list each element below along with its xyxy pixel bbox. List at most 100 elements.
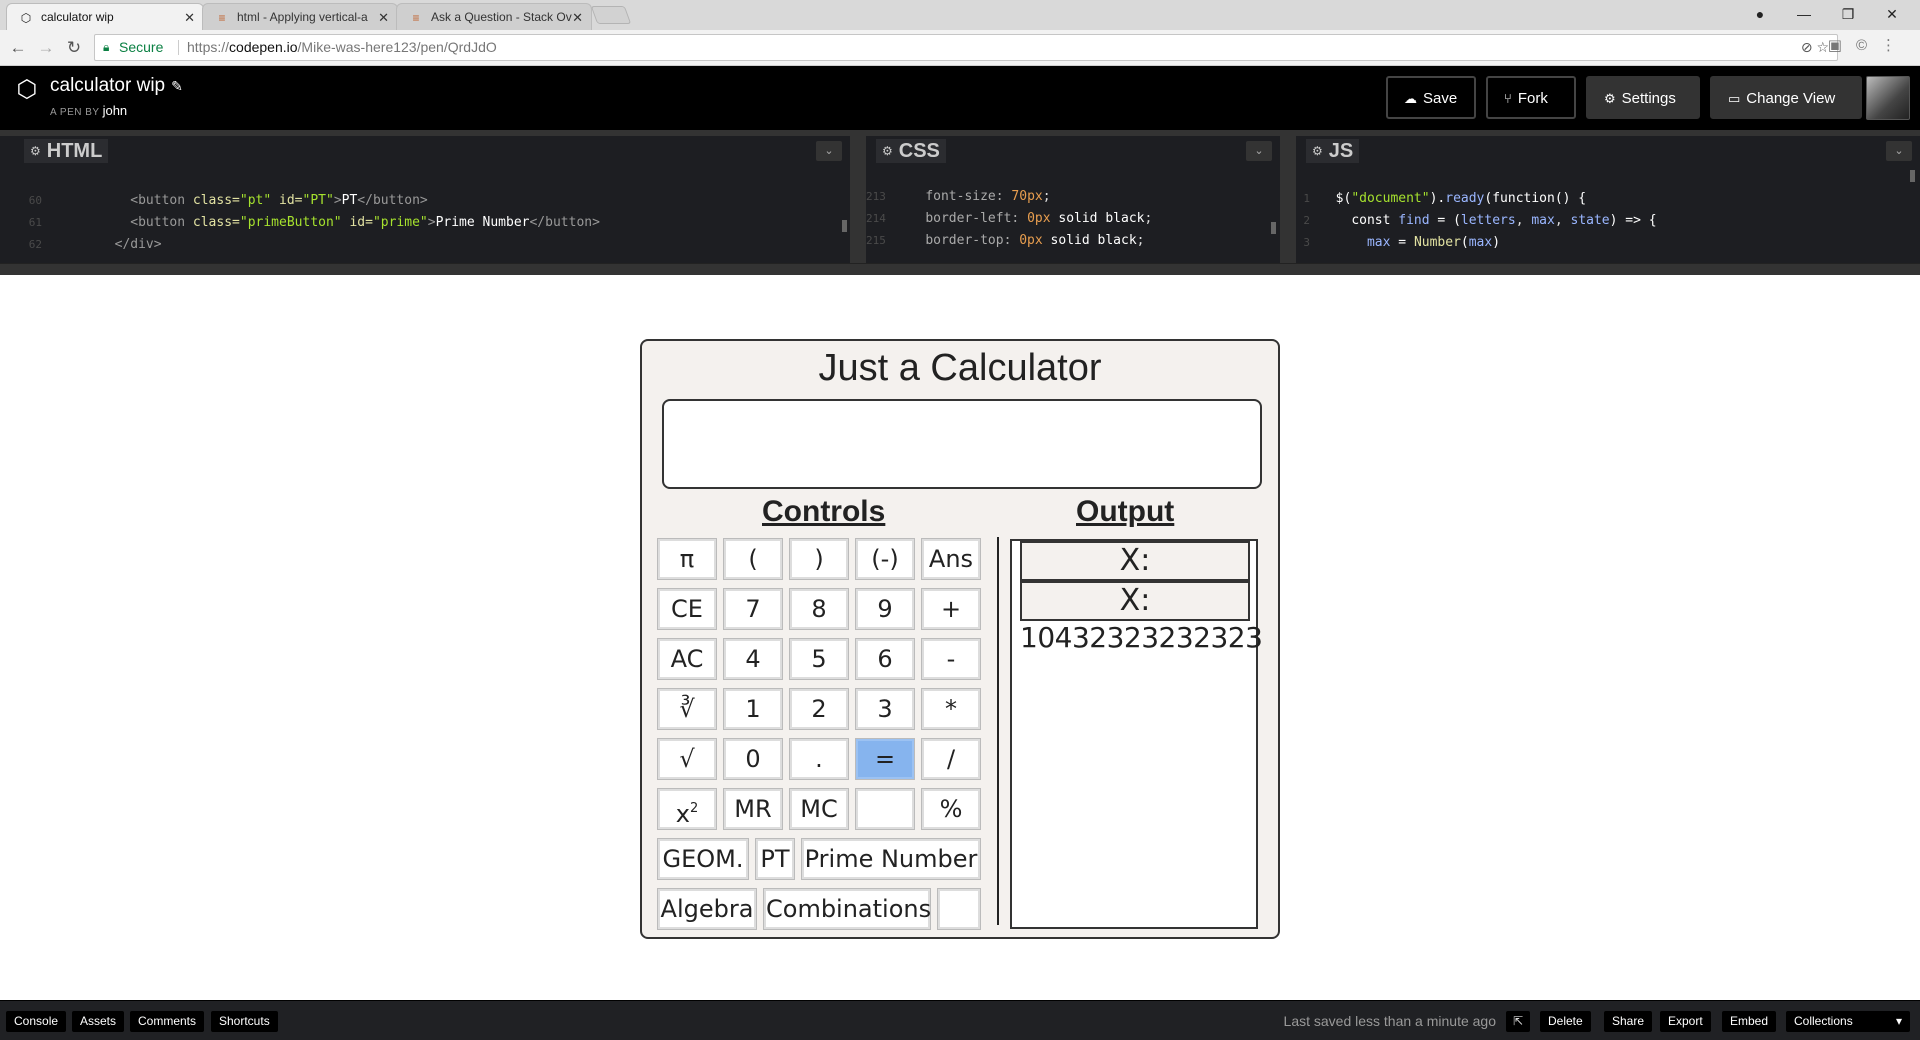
back-arrow-icon[interactable]: ←	[6, 36, 30, 60]
save-button[interactable]: ☁ Save	[1386, 76, 1476, 119]
shortcuts-button[interactable]: Shortcuts	[211, 1011, 278, 1032]
memory-recall-button[interactable]: MR	[723, 788, 783, 830]
forward-arrow-icon[interactable]: →	[34, 36, 58, 60]
maximize-icon[interactable]: ❐	[1826, 0, 1870, 30]
minimize-icon[interactable]: —	[1782, 0, 1826, 30]
reload-icon[interactable]: ↻	[62, 36, 86, 60]
equals-button[interactable]: =	[855, 738, 915, 780]
digit-1-button[interactable]: 1	[723, 688, 783, 730]
geometry-button[interactable]: GEOM.	[657, 838, 749, 880]
url-input[interactable]: 🔒︎ Secure https://codepen.io/Mike-was-he…	[94, 34, 1838, 61]
divide-button[interactable]: /	[921, 738, 981, 780]
pt-button[interactable]: PT	[755, 838, 795, 880]
gear-icon[interactable]: ⚙	[30, 144, 41, 158]
fork-button[interactable]: ⑂ Fork	[1486, 76, 1576, 119]
layout-icon: ▭	[1728, 91, 1741, 106]
square-root-button[interactable]: √	[657, 738, 717, 780]
avatar[interactable]	[1866, 76, 1910, 120]
html-pane-label: ⚙ HTML	[24, 139, 109, 163]
right-paren-button[interactable]: )	[789, 538, 849, 580]
chevron-down-icon[interactable]: ⌄	[1886, 141, 1912, 161]
percent-button[interactable]: %	[921, 788, 981, 830]
digit-6-button[interactable]: 6	[855, 638, 915, 680]
pane-resize-handle[interactable]	[850, 136, 866, 263]
open-external-icon[interactable]: ⇱	[1506, 1011, 1530, 1032]
multiply-button[interactable]: *	[921, 688, 981, 730]
tab-html-applying[interactable]: ≡ html - Applying vertical-a ✕	[202, 3, 398, 30]
line-number: 1	[1303, 192, 1310, 205]
pane-resize-handle[interactable]	[1280, 136, 1296, 263]
cube-root-button[interactable]: ∛	[657, 688, 717, 730]
close-tab-icon[interactable]: ✕	[184, 4, 195, 30]
all-clear-button[interactable]: AC	[657, 638, 717, 680]
digit-4-button[interactable]: 4	[723, 638, 783, 680]
chevron-down-icon[interactable]: ⌄	[816, 141, 842, 161]
close-tab-icon[interactable]: ✕	[572, 4, 583, 30]
digit-2-button[interactable]: 2	[789, 688, 849, 730]
digit-0-button[interactable]: 0	[723, 738, 783, 780]
collections-button[interactable]: Collections ▾	[1786, 1011, 1910, 1032]
settings-button[interactable]: ⚙ Settings	[1586, 76, 1700, 119]
ans-button[interactable]: Ans	[921, 538, 981, 580]
embed-button[interactable]: Embed	[1722, 1011, 1777, 1032]
url-scheme: https://	[187, 39, 230, 55]
js-pane-label: ⚙ JS	[1306, 139, 1360, 163]
extension-icon[interactable]: ▣	[1828, 37, 1856, 54]
share-button[interactable]: Share	[1604, 1011, 1653, 1032]
pen-title[interactable]: calculator wip ✎	[50, 75, 183, 97]
clear-entry-button[interactable]: CE	[657, 588, 717, 630]
pi-button[interactable]: π	[657, 538, 717, 580]
blank-button[interactable]	[937, 888, 981, 930]
algebra-button[interactable]: Algebra	[657, 888, 757, 930]
profile-icon[interactable]: ●	[1738, 0, 1782, 30]
digit-8-button[interactable]: 8	[789, 588, 849, 630]
chevron-down-icon[interactable]: ⌄	[1246, 141, 1272, 161]
blocked-content-icon[interactable]: ⊘	[1801, 39, 1813, 55]
digit-7-button[interactable]: 7	[723, 588, 783, 630]
controls-heading: Controls	[762, 495, 886, 528]
negate-button[interactable]: (-)	[855, 538, 915, 580]
scrollbar[interactable]	[1910, 170, 1915, 182]
html-code[interactable]: 60 <button class="pt" id="PT">PT</button…	[0, 168, 850, 256]
new-tab-button[interactable]	[590, 6, 632, 24]
pencil-icon[interactable]: ✎	[171, 78, 183, 94]
change-view-button[interactable]: ▭ Change View	[1710, 76, 1862, 119]
editor-resize-bar[interactable]	[0, 263, 1920, 275]
close-window-icon[interactable]: ✕	[1870, 0, 1914, 30]
prime-number-button[interactable]: Prime Number	[801, 838, 981, 880]
decimal-button[interactable]: .	[789, 738, 849, 780]
memory-clear-button[interactable]: MC	[789, 788, 849, 830]
plus-button[interactable]: +	[921, 588, 981, 630]
calculator-display[interactable]	[662, 399, 1262, 489]
left-paren-button[interactable]: (	[723, 538, 783, 580]
gear-icon[interactable]: ⚙	[882, 144, 893, 158]
comments-button[interactable]: Comments	[130, 1011, 205, 1032]
js-code[interactable]: 1 $("document").ready(function() {2 cons…	[1296, 166, 1920, 254]
css-code[interactable]: 213 font-size: 70px; 214 border-left: 0px…	[866, 164, 1280, 252]
menu-dots-icon[interactable]: ⋮	[1881, 37, 1910, 54]
digit-3-button[interactable]: 3	[855, 688, 915, 730]
omnibox-icons: ⊘ ☆	[1801, 35, 1829, 60]
change-view-label: Change View	[1746, 90, 1836, 107]
tab-calculator-wip[interactable]: ⬡ calculator wip ✕	[6, 3, 204, 30]
digit-9-button[interactable]: 9	[855, 588, 915, 630]
collections-label: Collections	[1794, 1014, 1853, 1028]
codepen-logo-icon[interactable]: ⬡	[14, 77, 40, 103]
blank-button[interactable]	[855, 788, 915, 830]
scrollbar[interactable]	[842, 220, 847, 232]
square-button[interactable]: x2	[657, 788, 717, 830]
scrollbar[interactable]	[1271, 222, 1276, 234]
combinations-button[interactable]: Combinations	[763, 888, 931, 930]
digit-5-button[interactable]: 5	[789, 638, 849, 680]
delete-button[interactable]: Delete	[1540, 1011, 1591, 1032]
cc-extension-icon[interactable]: ©	[1856, 37, 1881, 54]
assets-button[interactable]: Assets	[72, 1011, 125, 1032]
author-link[interactable]: john	[103, 103, 128, 118]
console-button[interactable]: Console	[6, 1011, 67, 1032]
stackoverflow-favicon-icon: ≡	[412, 11, 420, 25]
gear-icon[interactable]: ⚙	[1312, 144, 1323, 158]
export-button[interactable]: Export	[1660, 1011, 1711, 1032]
close-tab-icon[interactable]: ✕	[378, 4, 389, 30]
minus-button[interactable]: -	[921, 638, 981, 680]
tab-ask-question[interactable]: ≡ Ask a Question - Stack Ov ✕	[396, 3, 592, 30]
